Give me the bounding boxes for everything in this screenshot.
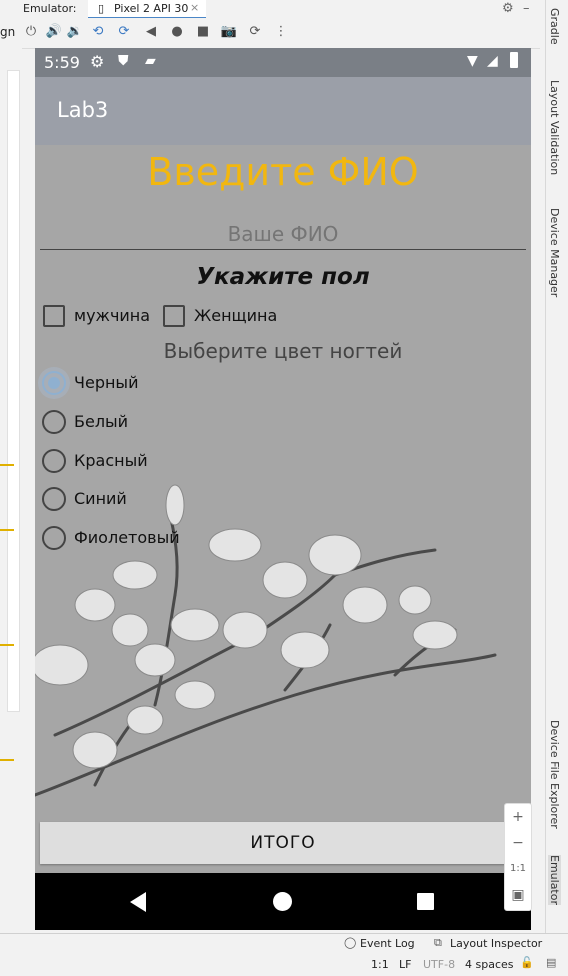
radio-black-label: Черный: [74, 373, 139, 392]
phone-icon: ▯: [98, 2, 105, 15]
left-editor-strip: [7, 70, 20, 712]
nav-recents-icon[interactable]: [417, 893, 434, 910]
volume-down-icon[interactable]: 🔉: [66, 22, 84, 42]
radio-circle[interactable]: [42, 371, 66, 395]
checkbox-male[interactable]: мужчина: [43, 305, 163, 329]
line-separator[interactable]: LF: [399, 958, 411, 971]
indent-setting[interactable]: 4 spaces: [465, 958, 514, 971]
gutter-marker: [0, 759, 14, 761]
file-encoding: UTF-8: [423, 958, 456, 971]
layout-inspector-icon: ⧉: [434, 936, 442, 949]
emulator-tabbar: Emulator: ▯ Pixel 2 API 30 × ⚙ –: [0, 0, 540, 19]
sd-card-icon: ▰: [145, 53, 156, 69]
zoom-out-button[interactable]: −: [505, 830, 531, 856]
left-panel-label: gn: [0, 25, 16, 39]
emulator-label: Emulator:: [23, 2, 77, 15]
emulator-screen: 5:59 ⚙ ⛊ ▰ ▼ ◢ Lab3 Введите ФИО Ваше ФИО…: [35, 48, 531, 930]
android-nav-bar: [35, 873, 531, 930]
cursor-position[interactable]: 1:1: [371, 958, 389, 971]
ide-status-bar: ◯ Event Log ⧉ Layout Inspector 1:1 LF UT…: [0, 933, 568, 976]
total-button[interactable]: ИТОГО: [40, 822, 526, 864]
back-icon[interactable]: ◀: [142, 22, 160, 42]
checkbox-male-label: мужчина: [74, 306, 151, 325]
shield-play-icon: ⛊: [118, 53, 129, 69]
radio-red[interactable]: Красный: [38, 445, 238, 477]
checkbox-box[interactable]: [43, 305, 65, 327]
radio-red-label: Красный: [74, 451, 148, 470]
zoom-in-button[interactable]: +: [505, 804, 531, 830]
android-status-bar: 5:59 ⚙ ⛊ ▰ ▼ ◢: [35, 48, 531, 77]
event-log-link[interactable]: Event Log: [360, 937, 415, 950]
full-name-input[interactable]: [40, 218, 526, 250]
battery-icon: [510, 52, 518, 68]
radio-circle[interactable]: [42, 410, 66, 434]
zoom-actual-size-button[interactable]: 1:1: [505, 856, 531, 882]
home-icon[interactable]: ●: [168, 22, 186, 42]
tool-tab-device-file-explorer[interactable]: Device File Explorer: [548, 720, 561, 829]
radio-circle[interactable]: [42, 526, 66, 550]
radio-white-label: Белый: [74, 412, 129, 431]
wifi-icon: ▼: [467, 53, 478, 69]
checkbox-female-label: Женщина: [194, 306, 278, 325]
rotate-left-icon[interactable]: ⟲: [89, 22, 107, 42]
radio-blue[interactable]: Синий: [38, 483, 238, 515]
radio-black[interactable]: Черный: [38, 367, 238, 399]
nav-back-icon[interactable]: [128, 891, 148, 913]
power-icon[interactable]: ⏻: [22, 22, 40, 42]
radio-circle[interactable]: [42, 487, 66, 511]
radio-circle[interactable]: [42, 449, 66, 473]
device-tab-label: Pixel 2 API 30: [114, 2, 189, 15]
gutter-marker: [0, 464, 14, 466]
page-heading: Введите ФИО: [147, 150, 419, 194]
tool-tab-emulator[interactable]: Emulator: [548, 855, 561, 905]
tool-tab-gradle[interactable]: Gradle: [548, 8, 561, 45]
nav-home-icon[interactable]: [273, 892, 292, 911]
snapshot-icon[interactable]: ⟳: [246, 22, 264, 42]
overview-icon[interactable]: ■: [194, 22, 212, 42]
checkbox-female[interactable]: Женщина: [163, 305, 283, 329]
volume-up-icon[interactable]: 🔊: [45, 22, 63, 42]
tool-tab-device-manager[interactable]: Device Manager: [548, 208, 561, 297]
status-time: 5:59: [44, 53, 80, 72]
minimize-icon[interactable]: –: [523, 1, 530, 16]
more-icon[interactable]: ⋮: [272, 22, 290, 42]
event-log-icon: ◯: [344, 936, 357, 949]
settings-icon: ⚙: [90, 52, 105, 71]
signal-icon: ◢: [487, 53, 498, 69]
radio-white[interactable]: Белый: [38, 406, 238, 438]
camera-icon[interactable]: 📷: [220, 22, 238, 42]
gender-heading: Укажите пол: [196, 264, 370, 290]
nail-color-heading: Выберите цвет ногтей: [163, 339, 403, 363]
zoom-fit-icon[interactable]: ▣: [505, 882, 531, 908]
radio-purple-label: Фиолетовый: [74, 528, 180, 547]
rotate-right-icon[interactable]: ⟳: [115, 22, 133, 42]
device-tab[interactable]: ▯ Pixel 2 API 30 ×: [88, 0, 206, 19]
gear-icon[interactable]: ⚙: [502, 1, 514, 16]
checkbox-box[interactable]: [163, 305, 185, 327]
notifications-icon[interactable]: ▤: [546, 956, 556, 969]
lock-icon[interactable]: 🔓: [520, 956, 534, 969]
radio-blue-label: Синий: [74, 489, 127, 508]
app-bar: Lab3: [35, 77, 531, 145]
radio-purple[interactable]: Фиолетовый: [38, 522, 238, 554]
gutter-marker: [0, 529, 14, 531]
gutter-marker: [0, 644, 14, 646]
app-title: Lab3: [57, 98, 109, 122]
zoom-controls: + − 1:1 ▣: [504, 803, 532, 911]
layout-inspector-link[interactable]: Layout Inspector: [450, 937, 542, 950]
tool-tab-layout-validation[interactable]: Layout Validation: [548, 80, 561, 175]
close-icon[interactable]: ×: [190, 1, 199, 14]
